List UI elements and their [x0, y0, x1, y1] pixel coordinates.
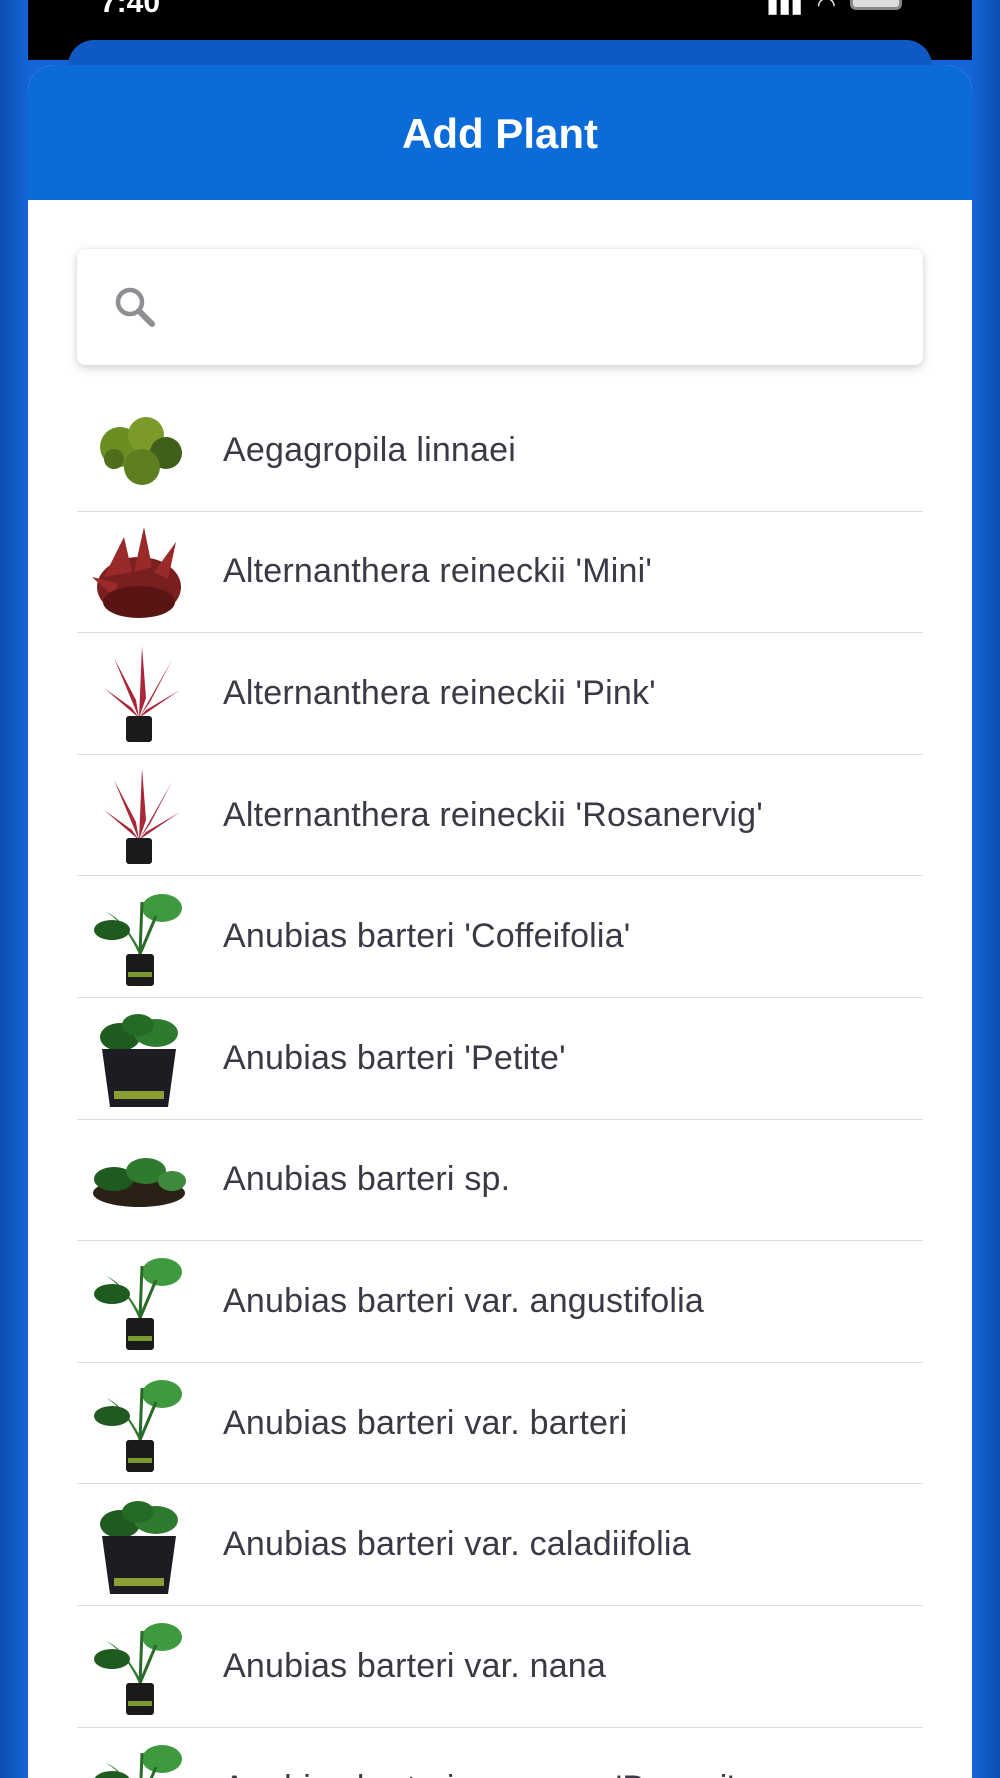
- plant-name: Anubias barteri 'Coffeifolia': [223, 917, 631, 956]
- plant-thumbnail: [79, 760, 199, 870]
- add-plant-sheet: Add Plant Aegagropila linnaei Alternanthe…: [28, 65, 972, 1778]
- plant-thumbnail: [79, 882, 199, 992]
- plant-name: Anubias barteri 'Petite': [223, 1038, 566, 1077]
- plant-thumbnail: [79, 1246, 199, 1356]
- plant-list-item[interactable]: Anubias barteri sp.: [77, 1120, 923, 1242]
- plant-thumbnail: [79, 1125, 199, 1235]
- plant-image-icon: [92, 526, 181, 618]
- plant-name: Anubias barteri var. angustifolia: [223, 1281, 704, 1320]
- plant-thumbnail: [79, 517, 199, 627]
- sheet-header: Add Plant: [28, 65, 972, 200]
- status-icons: ▮▮▮ ◠: [766, 0, 902, 18]
- plant-list-item[interactable]: Alternanthera reineckii 'Rosanervig': [77, 755, 923, 877]
- plant-list-item[interactable]: Aegagropila linnaei: [77, 390, 923, 512]
- search-icon: [115, 287, 155, 327]
- search-box[interactable]: [77, 249, 923, 365]
- plant-thumbnail: [79, 1003, 199, 1113]
- plant-image-icon: [93, 1157, 186, 1207]
- plant-name: Alternanthera reineckii 'Pink': [223, 673, 656, 712]
- plant-name: Aegagropila linnaei: [223, 430, 517, 469]
- plant-image-icon: [100, 1014, 178, 1108]
- plant-list-item[interactable]: Anubias barteri var. angustifolia: [77, 1241, 923, 1363]
- plant-name: Anubias barteri var. nana 'Bonsai': [223, 1769, 734, 1778]
- plant-image-icon: [94, 1258, 182, 1351]
- plant-name: Alternanthera reineckii 'Rosanervig': [223, 795, 763, 834]
- plant-list-item[interactable]: Anubias barteri 'Coffeifolia': [77, 876, 923, 998]
- plant-list-item[interactable]: Anubias barteri var. nana: [77, 1606, 923, 1728]
- plant-list-item[interactable]: Anubias barteri var. caladiifolia: [77, 1484, 923, 1606]
- plant-image-icon: [94, 1380, 182, 1473]
- plant-name: Anubias barteri var. barteri: [223, 1403, 628, 1442]
- plant-list: Aegagropila linnaei Alternanthera reineck…: [77, 390, 923, 1778]
- plant-name: Anubias barteri sp.: [223, 1160, 511, 1199]
- plant-name: Alternanthera reineckii 'Mini': [223, 552, 653, 591]
- plant-name: Anubias barteri var. caladiifolia: [223, 1525, 691, 1564]
- plant-thumbnail: [79, 1490, 199, 1600]
- plant-thumbnail: [79, 638, 199, 748]
- search-input[interactable]: [159, 249, 923, 365]
- plant-image-icon: [94, 1623, 182, 1716]
- plant-image-icon: [104, 646, 180, 743]
- plant-thumbnail: [79, 1368, 199, 1478]
- plant-name: Anubias barteri var. nana: [223, 1646, 607, 1685]
- plant-list-item[interactable]: Anubias barteri 'Petite': [77, 998, 923, 1120]
- battery-icon: [850, 0, 902, 10]
- plant-image-icon: [104, 768, 180, 865]
- plant-list-item[interactable]: Anubias barteri var. barteri: [77, 1363, 923, 1485]
- status-time: 7:40: [100, 0, 161, 19]
- wifi-icon: ◠: [816, 0, 836, 17]
- plant-thumbnail: [79, 1611, 199, 1721]
- plant-image-icon: [94, 893, 182, 986]
- plant-list-item[interactable]: Anubias barteri var. nana 'Bonsai': [77, 1728, 923, 1778]
- signal-icon: ▮▮▮: [766, 0, 803, 17]
- plant-thumbnail: [79, 1733, 199, 1778]
- plant-thumbnail: [79, 395, 199, 505]
- plant-image-icon: [100, 417, 182, 486]
- plant-image-icon: [100, 1500, 178, 1594]
- plant-list-item[interactable]: Alternanthera reineckii 'Pink': [77, 633, 923, 755]
- plant-list-item[interactable]: Alternanthera reineckii 'Mini': [77, 512, 923, 634]
- page-title: Add Plant: [402, 109, 598, 157]
- plant-image-icon: [95, 1745, 182, 1778]
